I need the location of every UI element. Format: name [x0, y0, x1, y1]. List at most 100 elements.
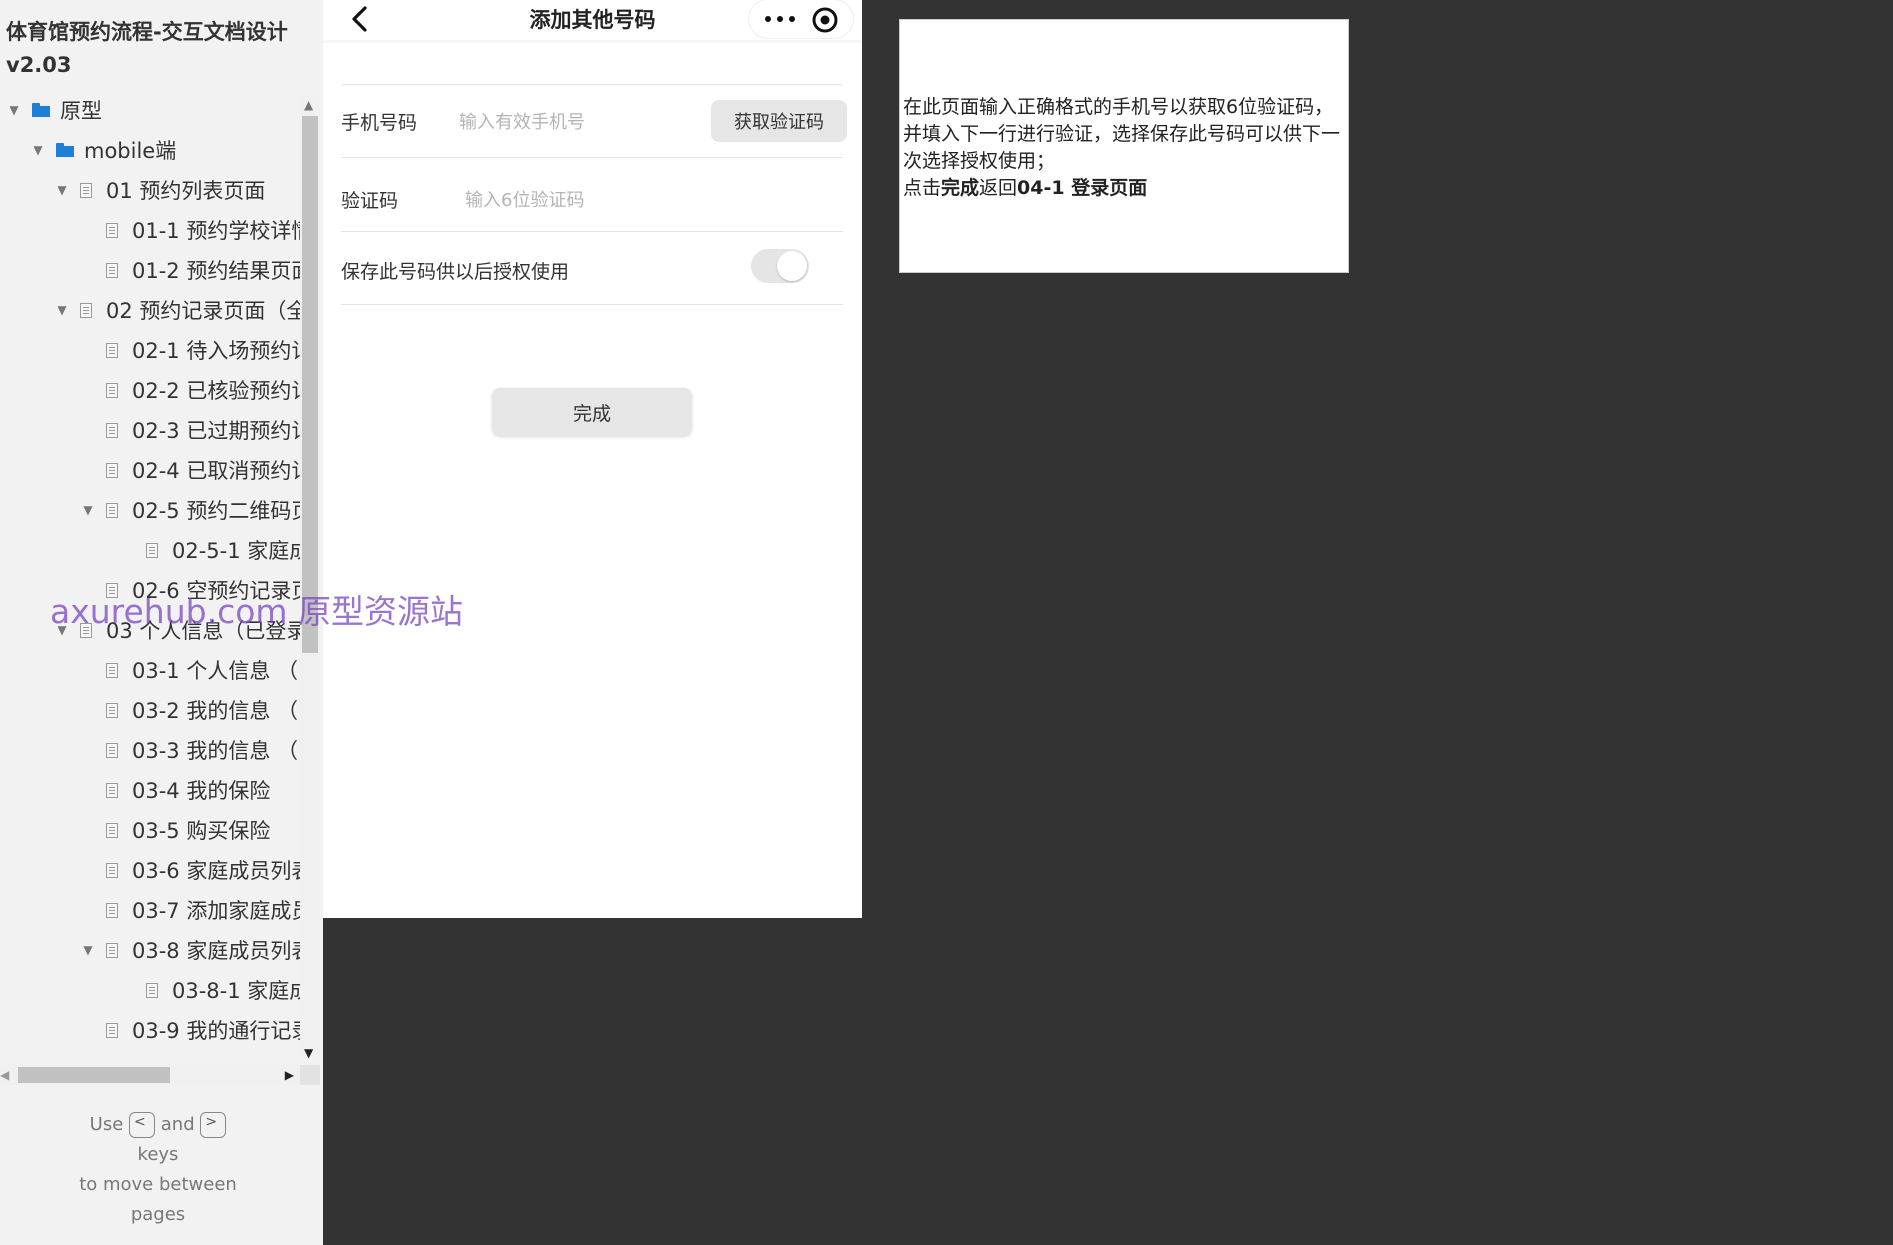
document-title: 体育馆预约流程-交互文档设计 v2.03 [6, 16, 306, 82]
scroll-left-arrow-icon[interactable]: ◀ [0, 1065, 9, 1085]
tree-item-prototype[interactable]: ▼ 原型 [0, 90, 300, 130]
tree-item-page[interactable]: 02-3 已过期预约记 [0, 410, 300, 450]
phone-number-label: 手机号码 [341, 112, 418, 134]
tree-item-label: 原型 [60, 99, 102, 123]
tree-item-page[interactable]: 03-9 我的通行记录 [0, 1010, 300, 1050]
tree-item-page[interactable]: 02-1 待入场预约记 [0, 330, 300, 370]
tree-item-label: 03-9 我的通行记录 [132, 1019, 300, 1043]
page-icon [146, 542, 158, 558]
more-dots-icon[interactable] [763, 12, 797, 26]
scroll-right-arrow-icon[interactable]: ▶ [285, 1065, 294, 1085]
document-title-line1: 体育馆预约流程-交互文档设计 [6, 20, 288, 44]
annotation-prefix: 点击 [903, 177, 942, 199]
divider [341, 84, 843, 85]
tree-item-label: 03-2 我的信息 （ [132, 699, 299, 723]
tree-item-page[interactable]: ▼ 01 预约列表页面 [0, 170, 300, 210]
page-icon [106, 502, 118, 518]
tree-item-page[interactable]: 03-7 添加家庭成员 [0, 890, 300, 930]
tree-item-page[interactable]: 03-1 个人信息 （ [0, 650, 300, 690]
close-target-icon[interactable] [811, 6, 839, 34]
tree-item-label: 03-1 个人信息 （ [132, 659, 299, 683]
page-icon [106, 702, 118, 718]
mini-program-nav-bar: 添加其他号码 [323, 0, 862, 40]
tree-item-label: mobile端 [84, 139, 177, 163]
page-icon [80, 302, 92, 318]
page-icon [106, 222, 118, 238]
hint-and-text: and [160, 1114, 195, 1135]
page-icon [106, 662, 118, 678]
tree-item-page[interactable]: 03-2 我的信息 （ [0, 690, 300, 730]
hint-line2-text: to move between [79, 1174, 237, 1195]
annotation-bold-done: 完成 [941, 177, 980, 199]
expand-triangle-icon[interactable]: ▼ [80, 503, 96, 517]
document-version: v2.03 [6, 53, 72, 77]
tree-item-page[interactable]: 03-6 家庭成员列表 [0, 850, 300, 890]
prev-key-icon: < [129, 1112, 156, 1138]
scroll-down-arrow-icon[interactable]: ▼ [304, 1046, 313, 1060]
page-icon [146, 982, 158, 998]
tree-item-page[interactable]: 01-1 预约学校详情 [0, 210, 300, 250]
divider [341, 231, 843, 232]
page-icon [106, 822, 118, 838]
annotation-line1: 在此页面输入正确格式的手机号以获取6位验证码，并填入下一行进行验证，选择保存此号… [903, 96, 1341, 172]
folder-icon [32, 103, 50, 117]
annotation-text: 在此页面输入正确格式的手机号以获取6位验证码，并填入下一行进行验证，选择保存此号… [903, 94, 1347, 202]
vertical-scroll-thumb[interactable] [302, 116, 318, 653]
tree-item-page[interactable]: ▼ 03-8 家庭成员列表 [0, 930, 300, 970]
page-icon [106, 262, 118, 278]
annotation-mid: 返回 [979, 177, 1018, 199]
page-icon [106, 902, 118, 918]
page-icon [106, 1022, 118, 1038]
expand-triangle-icon[interactable]: ▼ [54, 183, 70, 197]
tree-item-page[interactable]: 02-2 已核验预约记 [0, 370, 300, 410]
save-number-label: 保存此号码供以后授权使用 [341, 261, 570, 283]
divider [341, 304, 843, 305]
page-icon [106, 342, 118, 358]
annotation-bold-target: 04-1 登录页面 [1017, 177, 1148, 199]
expand-triangle-icon[interactable]: ▼ [54, 303, 70, 317]
phone-number-input[interactable] [457, 106, 701, 138]
hint-use-text: Use [89, 1114, 124, 1135]
expand-triangle-icon[interactable]: ▼ [80, 943, 96, 957]
tree-item-label: 03-6 家庭成员列表 [132, 859, 300, 883]
page-icon [106, 382, 118, 398]
tree-item-page[interactable]: 02-4 已取消预约记 [0, 450, 300, 490]
page-icon [106, 862, 118, 878]
tree-item-page[interactable]: 02-5-1 家庭成员 [0, 530, 300, 570]
horizontal-scroll-thumb[interactable] [18, 1067, 170, 1083]
expand-triangle-icon[interactable]: ▼ [30, 143, 46, 157]
vertical-scrollbar[interactable]: ▲ ▼ [300, 96, 320, 1060]
tree-item-label: 03-4 我的保险 [132, 779, 271, 803]
divider [341, 157, 843, 158]
tree-item-page[interactable]: ▼ 02 预约记录页面（全 [0, 290, 300, 330]
nav-separator [323, 40, 862, 43]
horizontal-scrollbar[interactable]: ◀ ▶ [0, 1065, 300, 1085]
sitemap-tree: ▼ 原型 ▼ mobile端 ▼ 01 预约列表页面 01-1 预约学校详情 0… [0, 90, 300, 1050]
tree-item-label: 03-8-1 家庭成员 [172, 979, 300, 1003]
folder-icon [56, 143, 74, 157]
page-icon [106, 742, 118, 758]
tree-item-page[interactable]: 03-3 我的信息 （ [0, 730, 300, 770]
tree-item-label: 03-7 添加家庭成员 [132, 899, 300, 923]
page-icon [106, 942, 118, 958]
get-code-button[interactable]: 获取验证码 [711, 100, 847, 142]
tree-item-mobile[interactable]: ▼ mobile端 [0, 130, 300, 170]
done-button[interactable]: 完成 [492, 388, 692, 436]
page-icon [106, 462, 118, 478]
save-number-toggle[interactable] [751, 249, 809, 283]
tree-item-page[interactable]: 03-8-1 家庭成员 [0, 970, 300, 1010]
page-icon [106, 782, 118, 798]
toggle-knob [777, 251, 807, 281]
expand-triangle-icon[interactable]: ▼ [6, 103, 22, 117]
tree-item-page[interactable]: ▼ 02-5 预约二维码页 [0, 490, 300, 530]
hint-keys-text: keys [137, 1144, 179, 1165]
tree-item-page[interactable]: 03-4 我的保险 [0, 770, 300, 810]
tree-item-page[interactable]: 01-2 预约结果页面 [0, 250, 300, 290]
tree-item-page[interactable]: 03-5 购买保险 [0, 810, 300, 850]
tree-item-label: 02-2 已核验预约记 [132, 379, 300, 403]
tree-item-label: 02-4 已取消预约记 [132, 459, 300, 483]
scroll-up-arrow-icon[interactable]: ▲ [304, 98, 313, 112]
tree-item-label: 03-8 家庭成员列表 [132, 939, 300, 963]
verification-code-input[interactable] [463, 184, 767, 216]
mini-program-capsule [749, 0, 853, 38]
